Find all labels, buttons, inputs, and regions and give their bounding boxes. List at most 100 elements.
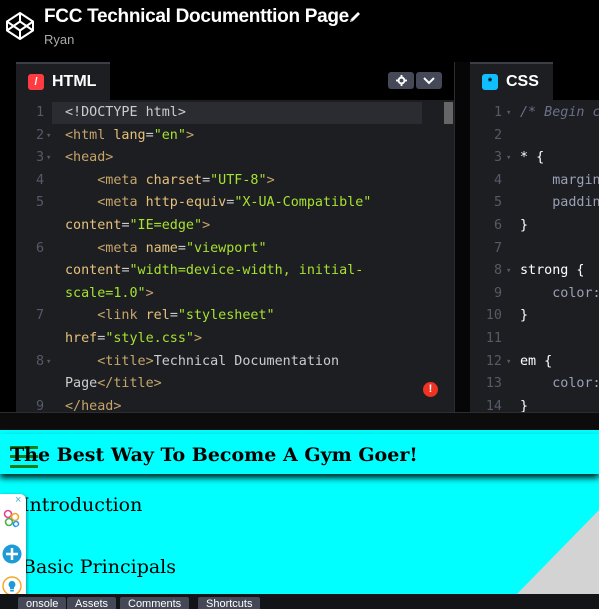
bottom-toolbar: onsole Assets Comments Shortcuts [0, 594, 599, 609]
code-line[interactable]: content="width=device-width, initial- [16, 260, 454, 282]
assets-button[interactable]: Assets [67, 597, 117, 609]
line-number: 1 [493, 105, 502, 120]
code-text: <title>Technical Documentation [97, 353, 340, 369]
code-line[interactable]: 14} [470, 396, 599, 412]
code-text: <meta charset="UTF-8"> [97, 172, 275, 188]
side-widget: × [0, 494, 26, 609]
line-number: 2 [493, 127, 502, 143]
code-line[interactable]: 4 margin [470, 170, 599, 192]
code-line[interactable]: 1 <!DOCTYPE html> [16, 102, 454, 124]
line-number: 6 [493, 218, 502, 233]
tab-css[interactable]: * CSS [470, 62, 553, 100]
code-line[interactable]: 4 <meta charset="UTF-8"> [16, 170, 454, 192]
code-line[interactable]: 2 ▾ <html lang="en"> [16, 125, 454, 147]
pane-menu-button[interactable] [416, 72, 442, 89]
code-line[interactable]: Page</title> [16, 373, 454, 395]
preview-header: The Best Way To Become A Gym Goer! [0, 434, 599, 474]
edit-pencil-icon[interactable] [348, 10, 362, 24]
code-line[interactable]: 12 ▾ em { [470, 351, 599, 373]
fold-arrow-icon[interactable]: ▾ [506, 260, 511, 282]
editor-area: / HTML ! 1 <!DOCTYPE html> 2 ▾ <html lang="e… [0, 62, 599, 412]
pane-resize-handle[interactable] [454, 62, 470, 412]
line-number: 3 [35, 150, 44, 166]
html-code-editor[interactable]: ! 1 <!DOCTYPE html> 2 ▾ <html lang="en"> 3 ▾ <h… [16, 100, 454, 412]
line-number: 8 [35, 353, 44, 369]
fold-arrow-icon[interactable]: ▾ [46, 125, 51, 147]
circles-icon[interactable] [2, 508, 22, 528]
line-number: 13 [485, 376, 502, 392]
code-text: <!DOCTYPE html> [65, 105, 186, 120]
line-number: 11 [485, 331, 502, 346]
code-line[interactable]: 3 ▾ * { [470, 147, 599, 169]
line-number: 14 [485, 398, 502, 412]
code-line[interactable]: 13 color: [470, 373, 599, 395]
tab-html[interactable]: / HTML [16, 62, 111, 100]
line-number: 8 [493, 263, 502, 279]
css-icon: * [482, 74, 498, 90]
nav-link-basic-principals[interactable]: Basic Principals [22, 556, 176, 578]
line-number: 5 [35, 195, 44, 211]
html-icon: / [28, 74, 44, 90]
code-text: color: [552, 285, 599, 301]
css-editor-pane: * CSS 1 ▾/* Begin c 2 3 ▾ * {4 margin 5 paddin… [470, 62, 599, 412]
code-line[interactable]: 3 ▾ <head> [16, 147, 454, 169]
code-line[interactable]: 9 color: [470, 283, 599, 305]
result-preview: The Best Way To Become A Gym Goer! Intro… [0, 430, 599, 594]
css-code-editor[interactable]: 1 ▾/* Begin c 2 3 ▾ * {4 margin 5 paddin 6} 7 8 ▾ s… [470, 100, 599, 412]
project-author[interactable]: Ryan [44, 32, 74, 47]
code-line[interactable]: 6} [470, 215, 599, 237]
fold-arrow-icon[interactable]: ▾ [506, 351, 511, 373]
code-line[interactable]: 10} [470, 305, 599, 327]
settings-gear-button[interactable] [388, 72, 414, 89]
code-line[interactable]: href="style.css"> [16, 328, 454, 350]
editor-left-edge [0, 62, 16, 412]
code-text: Page</title> [65, 376, 162, 392]
code-text: paddin [552, 195, 599, 211]
corner-decoration [517, 510, 599, 594]
line-number: 9 [493, 285, 502, 301]
code-line[interactable]: 11 [470, 328, 599, 350]
code-line[interactable]: 5 paddin [470, 192, 599, 214]
code-line[interactable]: 6 <meta name="viewport" [16, 238, 454, 260]
code-text: content="IE=edge"> [65, 218, 211, 233]
fold-arrow-icon[interactable]: ▾ [46, 147, 51, 169]
nav-link-introduction[interactable]: Introduction [22, 494, 142, 516]
code-line[interactable]: 8 ▾ strong { [470, 260, 599, 282]
code-line[interactable]: 2 [470, 125, 599, 147]
line-number: 7 [35, 308, 44, 324]
code-text: <html lang="en"> [65, 127, 194, 143]
code-text: em { [520, 353, 553, 369]
code-text: scale=1.0"> [65, 285, 154, 301]
tab-css-label: CSS [506, 73, 539, 90]
console-button[interactable]: onsole [18, 597, 67, 609]
code-line[interactable]: 7 [470, 238, 599, 260]
widget-close-icon[interactable]: × [15, 494, 21, 506]
comments-button[interactable]: Comments [120, 597, 190, 609]
line-number: 1 [35, 105, 44, 120]
line-number: 10 [485, 308, 502, 324]
code-line[interactable]: 1 ▾ /* Begin c [470, 102, 599, 124]
gear-icon [395, 75, 407, 86]
fold-arrow-icon[interactable]: ▾ [46, 351, 51, 373]
project-title[interactable]: FCC Technical Documenttion Page [44, 6, 349, 28]
code-line[interactable]: 9 </head> [16, 396, 454, 412]
codepen-logo-icon[interactable] [4, 10, 36, 42]
preview-resize-bar[interactable] [0, 412, 599, 430]
add-circle-icon[interactable] [2, 544, 22, 564]
code-text: } [520, 308, 529, 324]
css-tabbar: * CSS [470, 62, 599, 100]
code-line[interactable]: 8 ▾ <title>Technical Documentation [16, 351, 454, 373]
html-editor-pane: / HTML ! 1 <!DOCTYPE html> 2 ▾ <html lang="e… [16, 62, 454, 412]
fold-arrow-icon[interactable]: ▾ [506, 102, 511, 124]
code-text: color: [552, 376, 599, 392]
code-line[interactable]: content="IE=edge"> [16, 215, 454, 237]
shortcuts-button[interactable]: Shortcuts [198, 597, 261, 609]
line-number: 4 [35, 172, 44, 188]
code-line[interactable]: scale=1.0"> [16, 283, 454, 305]
code-line[interactable]: 7 <link rel="stylesheet" [16, 305, 454, 327]
fold-arrow-icon[interactable]: ▾ [506, 147, 511, 169]
lightbulb-icon[interactable] [2, 576, 22, 596]
line-number: 6 [35, 240, 44, 256]
code-text: href="style.css"> [65, 331, 203, 346]
code-line[interactable]: 5 <meta http-equiv="X-UA-Compatible" [16, 192, 454, 214]
